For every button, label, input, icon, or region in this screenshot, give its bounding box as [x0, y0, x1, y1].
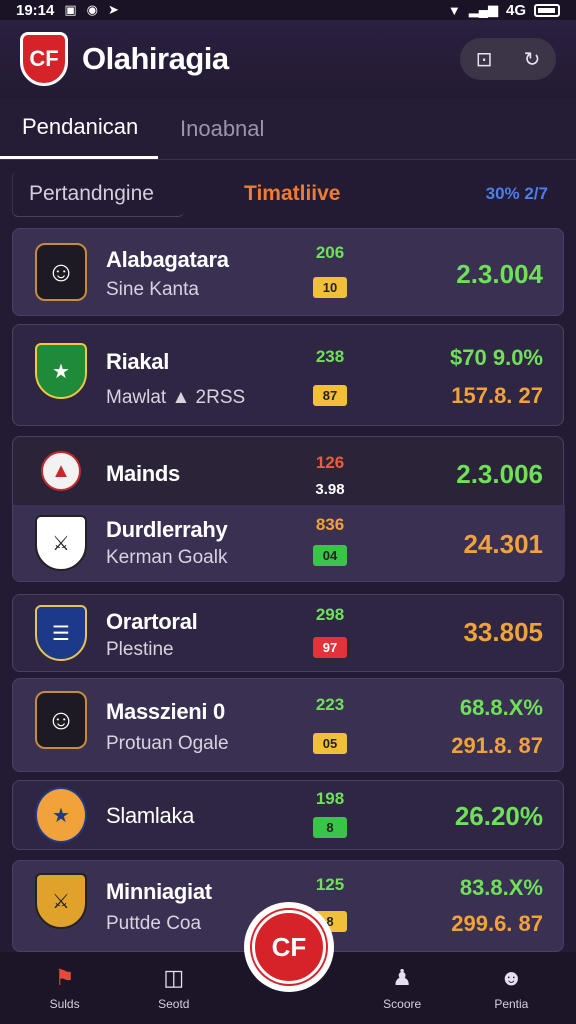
- app-header: CF Olahiragia ⊡ ↻: [0, 20, 576, 98]
- stat-value: 198: [315, 789, 345, 808]
- odds-value: 33.805: [463, 617, 543, 647]
- team-crest-icon: ⚔: [35, 515, 87, 571]
- team-name: Orartoral: [106, 609, 198, 634]
- stat-value: 836: [315, 515, 345, 534]
- percent-indicator: 30% 2/7: [485, 184, 548, 203]
- team-crest-icon: ▲: [41, 451, 81, 491]
- stat-pill: 87: [313, 385, 347, 406]
- team-crest-icon: ★: [35, 343, 87, 399]
- stat-value: 298: [315, 605, 345, 624]
- odds-value: 26.20%: [454, 801, 543, 831]
- team-subtitle: Mawlat ▲ 2RSS: [106, 387, 246, 408]
- odds-value: 2.3.006: [456, 459, 543, 489]
- nav-label: Sulds: [49, 997, 80, 1011]
- stat-value: 223: [315, 695, 345, 714]
- tab-inoabnal[interactable]: Inoabnal: [158, 98, 286, 159]
- match-card[interactable]: ☰ Orartoral Plestine 298 97 33.805: [12, 594, 564, 672]
- stat-pill: 10: [313, 277, 347, 298]
- stat-value: 126: [315, 453, 345, 472]
- team-subtitle: Protuan Ogale: [106, 733, 229, 754]
- odds-value: $70 9.0%: [450, 345, 543, 370]
- club-logo[interactable]: CF: [20, 32, 68, 86]
- category-select[interactable]: Pertandngine: [12, 171, 184, 217]
- stat-value: 125: [315, 875, 345, 894]
- nav-item-scoore[interactable]: ♟ Scoore: [362, 965, 442, 1011]
- team-name: Masszieni 0: [106, 699, 225, 724]
- team-name: Mainds: [106, 461, 180, 486]
- stat-pill: 8: [313, 817, 347, 838]
- location-icon: ➤: [108, 2, 119, 17]
- team-subtitle: Kerman Goalk: [106, 547, 228, 568]
- signal-icon: ▂▄▆: [468, 2, 498, 17]
- match-card[interactable]: ▲ Mainds 126 3.98 2.3.006 ⚔ Durdlerrahy …: [12, 436, 565, 582]
- team-subtitle: Sine Kanta: [106, 279, 199, 300]
- status-time: 19:14: [16, 1, 55, 19]
- team-name: Durdlerrahy: [106, 517, 228, 542]
- refresh-icon[interactable]: ↻: [524, 47, 541, 72]
- odds-value: 83.8.X%: [459, 875, 543, 900]
- stat-pill: 05: [313, 733, 347, 754]
- odds-value-secondary: 299.6. 87: [451, 911, 543, 936]
- live-filter[interactable]: Timatliive: [244, 182, 341, 206]
- fab-text: CF: [271, 931, 307, 962]
- odds-value-secondary: 291.8. 87: [451, 733, 543, 758]
- team-name: Slamlaka: [106, 803, 195, 828]
- header-actions: ⊡ ↻: [460, 38, 556, 80]
- network-label: 4G: [505, 1, 526, 19]
- stat-pill: 04: [313, 545, 347, 566]
- logo-text: CF: [29, 46, 59, 71]
- team-subtitle: Plestine: [106, 639, 174, 660]
- team-name: Riakal: [106, 349, 170, 374]
- odds-value-secondary: 157.8. 27: [451, 383, 543, 408]
- odds-value: 68.8.X%: [459, 695, 543, 720]
- player-avatar: ☺: [35, 691, 87, 749]
- match-card[interactable]: ★ Slamlaka 198 8 26.20%: [12, 780, 564, 850]
- battery-icon: [534, 3, 560, 17]
- odds-value: 24.301: [463, 529, 543, 559]
- device-icon: ◫: [163, 965, 185, 990]
- match-card[interactable]: ☺ Masszieni 0 Protuan Ogale 223 05 68.8.…: [12, 678, 564, 772]
- tab-bar: Pendanican Inoabnal: [0, 98, 576, 160]
- tab-pendanican[interactable]: Pendanican: [0, 98, 158, 159]
- match-card[interactable]: ★ Riakal Mawlat ▲ 2RSS 238 87 $70 9.0% 1…: [12, 324, 564, 426]
- stat-value: 206: [315, 243, 345, 262]
- filter-row: Pertandngine Timatliive 30% 2/7: [12, 170, 564, 218]
- team-subtitle: Puttde Coa: [106, 913, 202, 934]
- record-icon: ◉: [86, 2, 99, 17]
- player-avatar: ☺: [35, 243, 87, 301]
- exit-icon[interactable]: ⊡: [476, 47, 493, 72]
- nav-label: Seotd: [158, 997, 190, 1011]
- app-title: Olahiragia: [82, 41, 229, 76]
- team-crest-icon: ☰: [35, 605, 87, 661]
- nav-item-seotd[interactable]: ◫ Seotd: [134, 965, 214, 1011]
- club-badge-icon: CF: [252, 910, 326, 984]
- stat-pill: 97: [313, 637, 347, 658]
- profile-icon: ☻: [499, 965, 523, 990]
- team-crest-icon: ⚔: [35, 873, 87, 929]
- notification-icon: ▣: [64, 2, 77, 17]
- shield-flag-icon: ⚑: [54, 965, 75, 990]
- stat-value-secondary: 3.98: [315, 481, 345, 498]
- stat-value: 238: [315, 347, 345, 366]
- wifi-icon: ▼: [447, 2, 461, 18]
- match-card[interactable]: ☺ Alabagatara Sine Kanta 206 10 2.3.004: [12, 228, 564, 316]
- status-bar: 19:14 ▣ ◉ ➤ ▼ ▂▄▆ 4G: [0, 0, 576, 20]
- nav-item-pentia[interactable]: ☻ Pentia: [471, 965, 551, 1011]
- odds-value: 2.3.004: [456, 259, 543, 289]
- nav-item-sulds[interactable]: ⚑ Sulds: [25, 965, 105, 1011]
- team-name: Alabagatara: [106, 247, 229, 272]
- team-name: Minniagiat: [106, 879, 212, 904]
- team-crest-icon: ★: [35, 787, 87, 843]
- trophy-icon: ♟: [392, 965, 413, 990]
- nav-label: Scoore: [383, 997, 422, 1011]
- nav-label: Pentia: [494, 997, 529, 1011]
- club-fab-button[interactable]: CF: [244, 902, 334, 992]
